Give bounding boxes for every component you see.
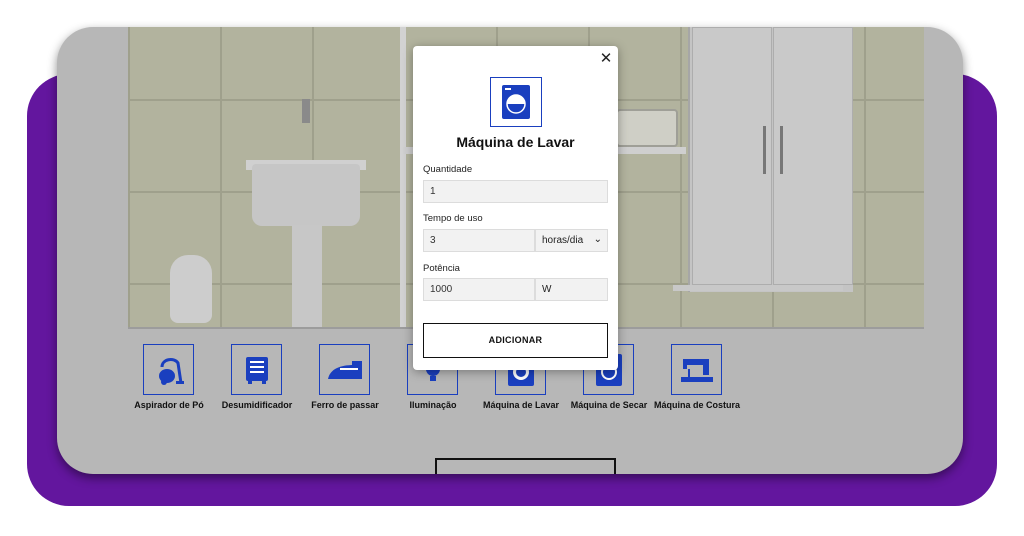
iron-icon	[319, 344, 370, 395]
usage-time-input[interactable]: 3	[423, 229, 535, 252]
shelf-pole	[400, 27, 406, 327]
usage-time-label: Tempo de uso	[423, 213, 483, 224]
wardrobe-door-right	[773, 27, 853, 285]
chevron-down-icon: ⌄	[593, 234, 602, 245]
wardrobe	[688, 27, 853, 292]
faucet	[302, 99, 310, 123]
sewing-machine-icon	[671, 344, 722, 395]
stage: Aspirador de Pó Desumidificador Ferro de…	[0, 0, 1024, 536]
dehumidifier-illustration[interactable]	[170, 255, 212, 323]
sink-basin	[252, 164, 360, 226]
washing-machine-icon	[490, 77, 542, 127]
sink-pedestal	[292, 225, 322, 327]
add-button[interactable]: ADICIONAR	[423, 323, 608, 358]
vacuum-cleaner-icon	[143, 344, 194, 395]
appliance-label: Máquina de Costura	[653, 400, 740, 410]
microwave-illustration[interactable]	[616, 109, 678, 147]
door-handle	[780, 126, 783, 174]
usage-unit-select[interactable]: horas/dia ⌄	[535, 229, 608, 252]
low-shelf	[673, 285, 843, 291]
dehumidifier-icon	[231, 344, 282, 395]
door-handle	[763, 126, 766, 174]
appliance-sewing-machine[interactable]: Máquina de Costura	[649, 344, 745, 414]
quantity-label: Quantidade	[423, 164, 473, 175]
power-input[interactable]: 1000	[423, 278, 535, 301]
partial-button[interactable]	[435, 458, 616, 474]
appliance-modal: ✕ Máquina de Lavar Quantidade 1 Tempo de…	[413, 46, 618, 370]
power-label: Potência	[423, 263, 460, 274]
power-unit: W	[535, 278, 608, 301]
quantity-input[interactable]: 1	[423, 180, 608, 203]
usage-unit-value: horas/dia	[542, 235, 584, 246]
modal-title: Máquina de Lavar	[456, 134, 575, 150]
wardrobe-door-left	[692, 27, 772, 285]
close-icon[interactable]: ✕	[599, 51, 613, 67]
